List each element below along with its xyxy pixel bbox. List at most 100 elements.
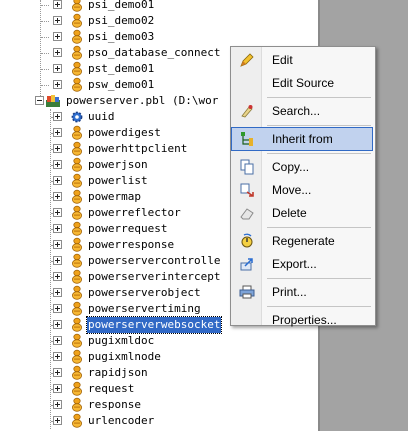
menu-item-move[interactable]: Move... [232, 179, 372, 201]
menu-item-export[interactable]: Export... [232, 253, 372, 275]
nvo-object-icon [69, 317, 85, 333]
expand-toggle[interactable] [53, 416, 62, 425]
tree-item[interactable]: response [0, 397, 318, 413]
menu-separator [267, 227, 371, 228]
tree-item[interactable]: psi_demo02 [0, 13, 318, 29]
menu-item-label: Regenerate [272, 234, 335, 248]
menu-item-label: Print... [272, 285, 307, 299]
tree-item-label: psw_demo01 [88, 78, 155, 91]
nvo-object-icon [69, 301, 85, 317]
tree-item-label: powerdigest [88, 126, 161, 139]
expand-toggle[interactable] [53, 288, 62, 297]
expand-toggle[interactable] [53, 240, 62, 249]
nvo-object-icon [69, 189, 85, 205]
tree-item[interactable]: pugixmlnode [0, 349, 318, 365]
tree-item-label: powerserverwebsocket [85, 316, 223, 334]
nvo-object-icon [69, 397, 85, 413]
nvo-object-icon [69, 141, 85, 157]
nvo-object-icon [69, 333, 85, 349]
menu-item-inherit-from[interactable]: Inherit from [231, 127, 373, 151]
menu-item-copy[interactable]: Copy... [232, 156, 372, 178]
menu-item-label: Edit Source [272, 76, 335, 90]
expand-toggle[interactable] [53, 368, 62, 377]
menu-item-edit-source[interactable]: Edit Source [232, 72, 372, 94]
expand-toggle[interactable] [53, 0, 62, 9]
library-icon [45, 93, 61, 109]
nvo-object-icon [69, 173, 85, 189]
tree-connector [41, 37, 49, 38]
menu-item-delete[interactable]: Delete [232, 202, 372, 224]
nvo-object-icon [69, 365, 85, 381]
expand-toggle[interactable] [53, 32, 62, 41]
expand-toggle[interactable] [53, 48, 62, 57]
menu-item-edit[interactable]: Edit [232, 49, 372, 71]
collapse-toggle[interactable] [35, 96, 44, 105]
tree-item-label: powerservertiming [88, 302, 201, 315]
menu-item-properties[interactable]: Properties... [232, 309, 372, 331]
expand-toggle[interactable] [53, 304, 62, 313]
tree-item-label: powerreflector [88, 206, 181, 219]
expand-toggle[interactable] [53, 256, 62, 265]
tree-item-label: uuid [88, 110, 115, 123]
expand-toggle[interactable] [53, 192, 62, 201]
library-label: powerserver.pbl (D:\wor [66, 94, 219, 107]
expand-toggle[interactable] [53, 224, 62, 233]
menu-item-print[interactable]: Print... [232, 281, 372, 303]
expand-toggle[interactable] [53, 64, 62, 73]
expand-toggle[interactable] [53, 80, 62, 89]
menu-item-label: Copy... [272, 160, 310, 174]
expand-toggle[interactable] [53, 112, 62, 121]
tree-item-label: powerhttpclient [88, 142, 188, 155]
menu-separator [267, 97, 371, 98]
eraser-icon [239, 205, 255, 221]
tree-item-label: powerjson [88, 158, 148, 171]
tree-item[interactable]: urlencoder [0, 413, 318, 429]
nvo-object-icon [69, 77, 85, 93]
nvo-object-icon [69, 45, 85, 61]
expand-toggle[interactable] [53, 128, 62, 137]
nvo-object-icon [69, 205, 85, 221]
expand-toggle[interactable] [53, 272, 62, 281]
nvo-object-icon [69, 29, 85, 45]
menu-item-regenerate[interactable]: Regenerate [232, 230, 372, 252]
tree-item-label: powermap [88, 190, 141, 203]
tree-connector [41, 5, 49, 6]
expand-toggle[interactable] [53, 16, 62, 25]
copy-icon [239, 159, 255, 175]
tree-item-label: pso_database_connect [88, 46, 221, 59]
tree-item-label: powerserverobject [88, 286, 201, 299]
tree-item-label: rapidjson [88, 366, 148, 379]
expand-toggle[interactable] [53, 176, 62, 185]
tree-item-label: powerresponse [88, 238, 175, 251]
move-icon [239, 182, 255, 198]
expand-toggle[interactable] [53, 400, 62, 409]
expand-toggle[interactable] [53, 160, 62, 169]
tree-item[interactable]: rapidjson [0, 365, 318, 381]
menu-item-search[interactable]: Search... [232, 100, 372, 122]
menu-separator [267, 153, 371, 154]
tree-item-label: powerserverintercept [88, 270, 221, 283]
nvo-object-icon [69, 237, 85, 253]
nvo-object-icon [69, 285, 85, 301]
expand-toggle[interactable] [53, 352, 62, 361]
expand-toggle[interactable] [53, 144, 62, 153]
tree-connector [41, 21, 49, 22]
tree-item[interactable]: request [0, 381, 318, 397]
tree-item[interactable]: psi_demo01 [0, 0, 318, 13]
menu-item-label: Move... [272, 183, 312, 197]
nvo-object-icon [69, 125, 85, 141]
nvo-object-icon [69, 381, 85, 397]
tree-item-label: pst_demo01 [88, 62, 155, 75]
expand-toggle[interactable] [53, 208, 62, 217]
expand-toggle[interactable] [53, 320, 62, 329]
menu-item-label: Properties... [272, 313, 337, 327]
expand-toggle[interactable] [53, 336, 62, 345]
nvo-object-icon [69, 61, 85, 77]
tree-item[interactable]: psi_demo03 [0, 29, 318, 45]
tree-connector [41, 85, 49, 86]
expand-toggle[interactable] [53, 384, 62, 393]
context-menu: Edit Edit Source Search... Inherit from Copy… [230, 46, 376, 327]
nvo-object-icon [69, 13, 85, 29]
tree-connector [41, 69, 49, 70]
tree-item[interactable]: pugixmldoc [0, 333, 318, 349]
